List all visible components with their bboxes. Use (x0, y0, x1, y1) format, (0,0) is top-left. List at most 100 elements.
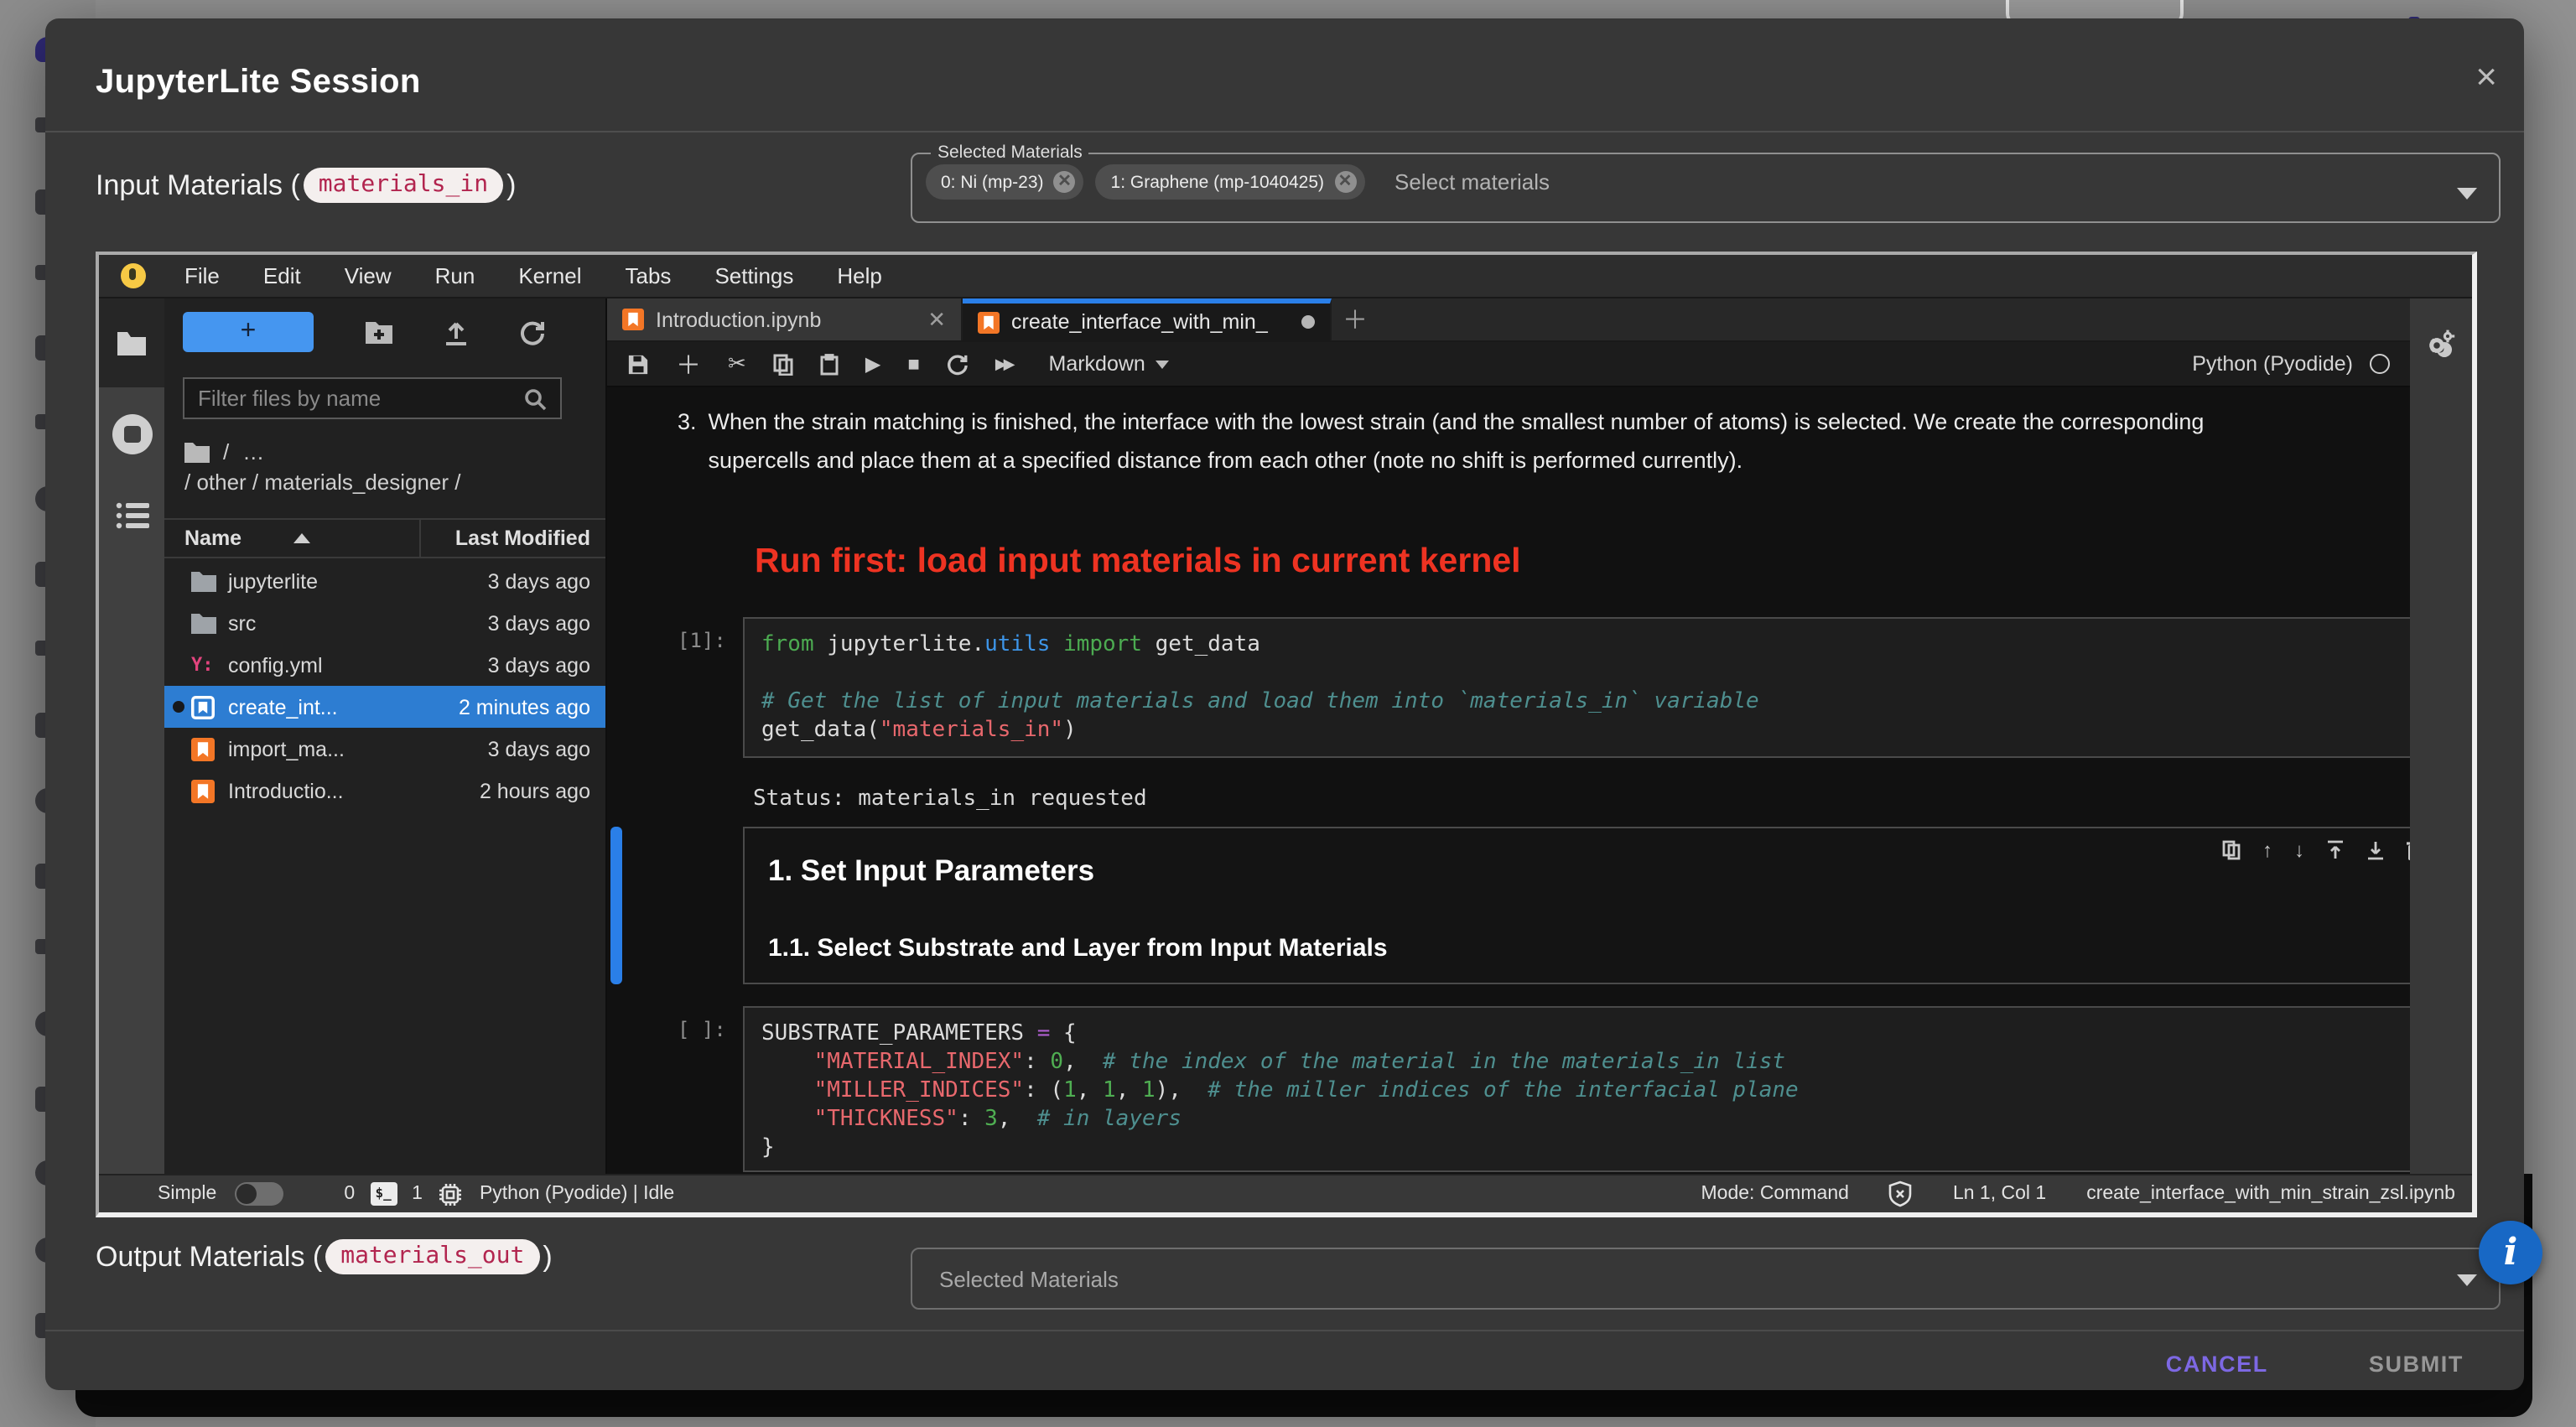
upload-icon (444, 319, 468, 345)
breadcrumb-ellipsis[interactable]: … (242, 439, 266, 464)
file-row[interactable]: Introductio... 2 hours ago (164, 770, 605, 812)
chip-delete-icon[interactable]: ✕ (1054, 171, 1076, 193)
terminal-icon: $_ (370, 1182, 397, 1206)
run-cell-button[interactable]: ▶ (865, 352, 880, 376)
select-materials-placeholder[interactable]: Select materials (1394, 169, 1550, 195)
insert-cell-above-button[interactable] (2326, 840, 2345, 860)
sidebar-tab-files[interactable] (99, 298, 164, 387)
file-row[interactable]: jupyterlite 3 days ago (164, 560, 605, 602)
paste-icon (820, 353, 839, 375)
statusbar-filename: create_interface_with_min_strain_zsl.ipy… (2086, 1184, 2455, 1204)
material-chip-graphene[interactable]: 1: Graphene (mp-1040425) ✕ (1096, 164, 1365, 200)
notebook-icon (191, 737, 215, 760)
notebook-icon (978, 311, 1000, 333)
new-folder-button[interactable] (366, 320, 392, 344)
simple-mode-toggle[interactable] (235, 1182, 283, 1206)
jupyterlite-logo-icon (121, 263, 146, 288)
menu-edit[interactable]: Edit (242, 263, 323, 288)
menu-run[interactable]: Run (413, 263, 497, 288)
right-sidebar (2410, 298, 2472, 1174)
cell-type-dropdown[interactable]: Markdown (1049, 352, 1169, 376)
execution-prompt: [ ]: (678, 1018, 726, 1041)
breadcrumb-path[interactable]: / other / materials_designer / (184, 470, 461, 495)
new-tab-button[interactable]: ＋ (1332, 298, 1379, 340)
chevron-down-icon[interactable] (2457, 187, 2477, 199)
home-folder-icon (184, 442, 210, 462)
menu-kernel[interactable]: Kernel (496, 263, 603, 288)
copy-cells-button[interactable] (773, 353, 793, 375)
refresh-icon (520, 319, 545, 345)
search-icon (523, 387, 547, 410)
move-cell-up-button[interactable]: ↑ (2262, 838, 2272, 862)
cancel-button[interactable]: CANCEL (2153, 1341, 2282, 1387)
terminals-count[interactable]: 0 (344, 1184, 355, 1204)
selected-materials-field[interactable]: Selected Materials 0: Ni (mp-23) ✕ 1: Gr… (911, 143, 2501, 223)
info-button[interactable]: i (2479, 1221, 2542, 1284)
stop-kernel-button[interactable]: ■ (907, 352, 920, 376)
column-last-modified[interactable]: Last Modified (455, 527, 590, 550)
material-chip-ni[interactable]: 0: Ni (mp-23) ✕ (926, 164, 1084, 200)
command-mode-indicator[interactable]: Mode: Command (1701, 1184, 1849, 1204)
move-cell-down-button[interactable]: ↓ (2294, 838, 2304, 862)
chip-delete-icon[interactable]: ✕ (1334, 171, 1356, 193)
chevron-down-icon (2457, 1274, 2477, 1285)
column-name[interactable]: Name (184, 527, 242, 550)
tab-introduction[interactable]: Introduction.ipynb ✕ (607, 298, 963, 340)
file-row-selected[interactable]: create_int... 2 minutes ago (164, 686, 605, 728)
refresh-button[interactable] (520, 319, 545, 345)
cursor-position[interactable]: Ln 1, Col 1 (1953, 1184, 2046, 1204)
yaml-file-icon: Y: (191, 654, 216, 676)
folder-icon (116, 330, 148, 356)
file-browser: + (164, 298, 607, 1174)
breadcrumb[interactable]: / … / other / materials_designer / (184, 439, 461, 495)
sidebar-tab-running[interactable] (99, 414, 164, 454)
sidebar-tab-toc[interactable] (99, 501, 164, 530)
save-button[interactable] (627, 353, 649, 375)
code-cell-2[interactable]: SUBSTRATE_PARAMETERS = { "MATERIAL_INDEX… (743, 1006, 2410, 1172)
screen: demo JupyterLite Session × Input Materia… (0, 0, 2576, 1427)
code-cell-1[interactable]: from jupyterlite.utils import get_data #… (743, 617, 2410, 758)
restart-kernel-button[interactable] (947, 353, 969, 375)
kernels-count[interactable]: 1 (412, 1184, 423, 1204)
chevron-down-icon (1156, 360, 1169, 368)
markdown-cell-selected[interactable]: 1. Set Input Parameters 1.1. Select Subs… (743, 827, 2410, 984)
cpu-icon (438, 1181, 463, 1206)
menu-file[interactable]: File (163, 263, 242, 288)
jupyter-main-area: Introduction.ipynb ✕ create_interface_wi… (607, 298, 2410, 1174)
jupyterlite-session-dialog: JupyterLite Session × Input Materials (m… (45, 18, 2524, 1390)
cut-cells-button[interactable]: ✂ (728, 350, 746, 377)
menu-view[interactable]: View (323, 263, 413, 288)
filter-files-box[interactable] (183, 377, 562, 419)
dialog-title: JupyterLite Session (96, 64, 421, 102)
kernel-running-dot (173, 701, 184, 713)
upload-button[interactable] (444, 319, 468, 345)
insert-cell-button[interactable]: ＋ (676, 346, 701, 381)
tab-close-icon[interactable]: ✕ (927, 306, 946, 333)
selected-materials-legend: Selected Materials (931, 143, 1089, 163)
submit-button[interactable]: SUBMIT (2355, 1341, 2477, 1387)
duplicate-icon (2222, 840, 2241, 860)
file-row[interactable]: import_ma... 3 days ago (164, 728, 605, 770)
insert-below-icon (2366, 840, 2385, 860)
filter-files-input[interactable] (198, 386, 523, 411)
close-icon[interactable]: × (2475, 59, 2497, 96)
file-row[interactable]: Y: config.yml 3 days ago (164, 644, 605, 686)
menu-tabs[interactable]: Tabs (604, 263, 693, 288)
notebook-content[interactable]: 3. When the strain matching is finished,… (607, 387, 2410, 1174)
duplicate-cell-button[interactable] (2222, 840, 2241, 860)
paste-cells-button[interactable] (820, 353, 839, 375)
input-materials-label: Input Materials (materials_in) (96, 168, 516, 203)
new-launcher-button[interactable]: + (183, 312, 314, 352)
insert-cell-below-button[interactable] (2366, 840, 2385, 860)
output-materials-select[interactable]: Selected Materials (911, 1248, 2501, 1310)
materials-in-chip: materials_in (304, 168, 503, 203)
file-row[interactable]: src 3 days ago (164, 602, 605, 644)
notebook-icon (622, 309, 644, 330)
kernel-indicator[interactable]: Python (Pyodide) (2192, 352, 2390, 376)
run-all-button[interactable]: ▶▶ (995, 355, 1012, 373)
menu-settings[interactable]: Settings (693, 263, 815, 288)
property-inspector-tab[interactable] (2423, 329, 2457, 362)
menu-help[interactable]: Help (815, 263, 904, 288)
kernel-status[interactable]: Python (Pyodide) | Idle (480, 1184, 674, 1204)
tab-create-interface[interactable]: create_interface_with_min_ (963, 298, 1332, 340)
